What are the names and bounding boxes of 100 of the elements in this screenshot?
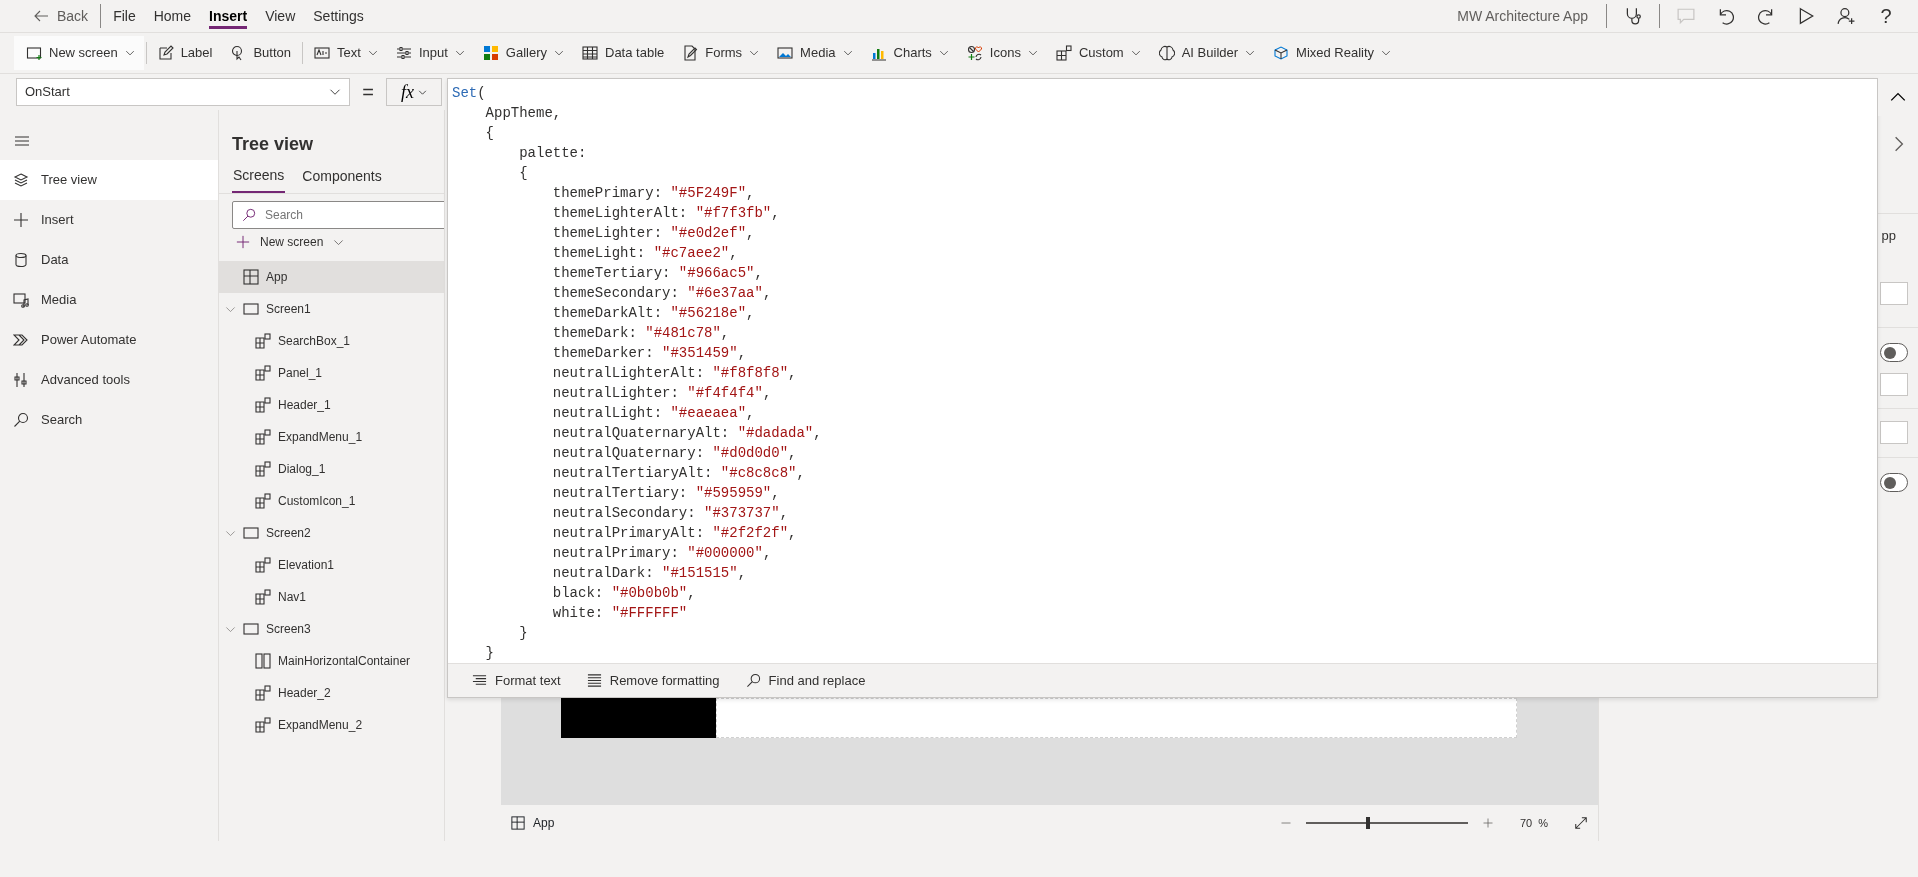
ribbon-button[interactable]: AI Builder xyxy=(1149,36,1265,70)
tree-item[interactable]: Dialog_1 xyxy=(219,453,444,485)
tree-item[interactable]: CustomIcon_1 xyxy=(219,485,444,517)
tree-item[interactable]: Header_2 xyxy=(219,677,444,709)
tab[interactable]: Screens xyxy=(232,161,286,193)
tree-item[interactable]: SearchBox_1 xyxy=(219,325,444,357)
code-line: neutralTertiaryAlt: "#c8c8c8", xyxy=(551,464,806,483)
zoom-slider[interactable] xyxy=(1305,817,1468,829)
nav-item[interactable]: Media xyxy=(0,280,218,320)
menu-tab[interactable]: File xyxy=(104,0,145,33)
menu-tab[interactable]: Insert xyxy=(200,0,257,33)
code-line: black: "#0b0b0b", xyxy=(551,584,697,603)
nav-item[interactable]: Search xyxy=(0,400,218,440)
property-field[interactable] xyxy=(1880,281,1908,305)
component-icon xyxy=(255,397,271,413)
tree-item[interactable]: Panel_1 xyxy=(219,357,444,389)
comment-icon xyxy=(1677,7,1695,25)
ribbon-button[interactable]: Mixed Reality xyxy=(1264,36,1401,70)
pencil-icon xyxy=(157,45,174,61)
tree-item[interactable]: Screen2 xyxy=(219,517,444,549)
toolbar-button[interactable]: Find and replace xyxy=(735,670,876,691)
code-line: themeDarker: "#351459", xyxy=(551,344,748,363)
back-button[interactable]: Back xyxy=(24,0,98,33)
nav-item[interactable]: Tree view xyxy=(0,160,218,200)
ribbon-button[interactable]: Data table xyxy=(573,36,674,70)
toggle-switch[interactable] xyxy=(1880,473,1908,492)
tools-icon xyxy=(13,372,29,388)
slider-thumb[interactable] xyxy=(1366,817,1370,829)
tab[interactable]: Components xyxy=(301,161,383,193)
screen-selector[interactable]: App xyxy=(511,814,555,832)
tree-item[interactable]: Nav1 xyxy=(219,581,444,613)
search-icon xyxy=(13,412,29,428)
plus-icon xyxy=(236,235,250,249)
code-line: themeLighterAlt: "#f7f3fb", xyxy=(551,204,781,223)
grid-icon xyxy=(243,269,259,285)
menu-tab[interactable]: Home xyxy=(144,0,201,33)
code-line: } xyxy=(484,644,495,663)
code-line: AppTheme, xyxy=(484,104,563,123)
panel-title: Tree view xyxy=(231,133,315,156)
code-line: themeDark: "#481c78", xyxy=(551,324,731,343)
component-icon xyxy=(255,365,271,381)
code-line: Set( xyxy=(452,84,487,103)
nav-item[interactable]: Insert xyxy=(0,200,218,240)
brain-icon xyxy=(1158,45,1175,61)
stethoscope-icon xyxy=(1624,7,1642,25)
tree-item[interactable]: MainHorizontalContainer xyxy=(219,645,444,677)
property-label: pp xyxy=(1881,227,1896,245)
toolbar-button[interactable]: Remove formatting xyxy=(576,670,730,691)
code-line: { xyxy=(484,124,495,143)
ribbon-button[interactable]: Input xyxy=(386,36,474,70)
nav-item[interactable]: Power Automate xyxy=(0,320,218,360)
code-line: palette: xyxy=(518,144,588,163)
search-icon xyxy=(745,673,761,688)
columns-icon xyxy=(255,653,271,669)
code-line: themeTertiary: "#966ac5", xyxy=(551,264,764,283)
ribbon-button[interactable]: Button xyxy=(221,36,301,70)
tree-item[interactable]: Screen1 xyxy=(219,293,444,325)
ribbon-button[interactable]: Text xyxy=(305,36,387,70)
tree-item[interactable]: ExpandMenu_1 xyxy=(219,421,444,453)
tree-item[interactable]: App xyxy=(219,261,444,293)
search-field[interactable]: Search xyxy=(232,201,444,229)
plus-icon xyxy=(13,212,29,228)
property-field[interactable] xyxy=(1880,373,1908,396)
code-line: neutralQuaternary: "#d0d0d0", xyxy=(551,444,798,463)
menu-tab[interactable]: Settings xyxy=(304,0,373,33)
ribbon-button[interactable]: Media xyxy=(768,36,862,70)
ribbon-button[interactable]: Forms xyxy=(673,36,769,70)
tree-item[interactable]: Screen3 xyxy=(219,613,444,645)
ribbon-button[interactable]: Icons xyxy=(957,36,1047,70)
property-dropdown[interactable]: OnStart xyxy=(16,78,350,106)
ribbon-button[interactable]: Label xyxy=(148,36,222,70)
code-line: neutralTertiary: "#595959", xyxy=(551,484,781,503)
code-line: themeLighter: "#e0d2ef", xyxy=(551,224,756,243)
component-icon xyxy=(255,429,271,445)
person-add-icon xyxy=(1837,7,1855,25)
flow-icon xyxy=(13,332,29,348)
property-field[interactable] xyxy=(1880,421,1908,444)
ribbon-button[interactable]: New screen xyxy=(14,36,144,70)
tree-item[interactable]: Header_1 xyxy=(219,389,444,421)
tree-item[interactable]: Elevation1 xyxy=(219,549,444,581)
component-icon xyxy=(255,461,271,477)
ribbon-button[interactable]: Gallery xyxy=(473,36,573,70)
ribbon-button[interactable]: Charts xyxy=(861,36,958,70)
nav-item[interactable]: Advanced tools xyxy=(0,360,218,400)
tree-item[interactable]: ExpandMenu_2 xyxy=(219,709,444,741)
function-button[interactable]: fx xyxy=(386,78,442,106)
back-arrow-icon xyxy=(33,8,49,24)
code-line: neutralQuaternaryAlt: "#dadada", xyxy=(551,424,823,443)
fullscreen-button[interactable] xyxy=(1574,816,1588,830)
screen-icon xyxy=(243,621,259,637)
help-button[interactable]: ? xyxy=(1866,0,1906,33)
app-name: MW Architecture App xyxy=(1457,6,1588,26)
nav-item[interactable]: Data xyxy=(0,240,218,280)
toolbar-button[interactable]: Format text xyxy=(462,670,571,691)
new-screen-button[interactable]: New screen xyxy=(219,229,345,255)
menu-tab[interactable]: View xyxy=(256,0,305,33)
code-line: neutralSecondary: "#373737", xyxy=(551,504,790,523)
lines-icon xyxy=(586,673,602,688)
toggle-switch[interactable] xyxy=(1880,343,1908,362)
ribbon-button[interactable]: Custom xyxy=(1046,36,1150,70)
